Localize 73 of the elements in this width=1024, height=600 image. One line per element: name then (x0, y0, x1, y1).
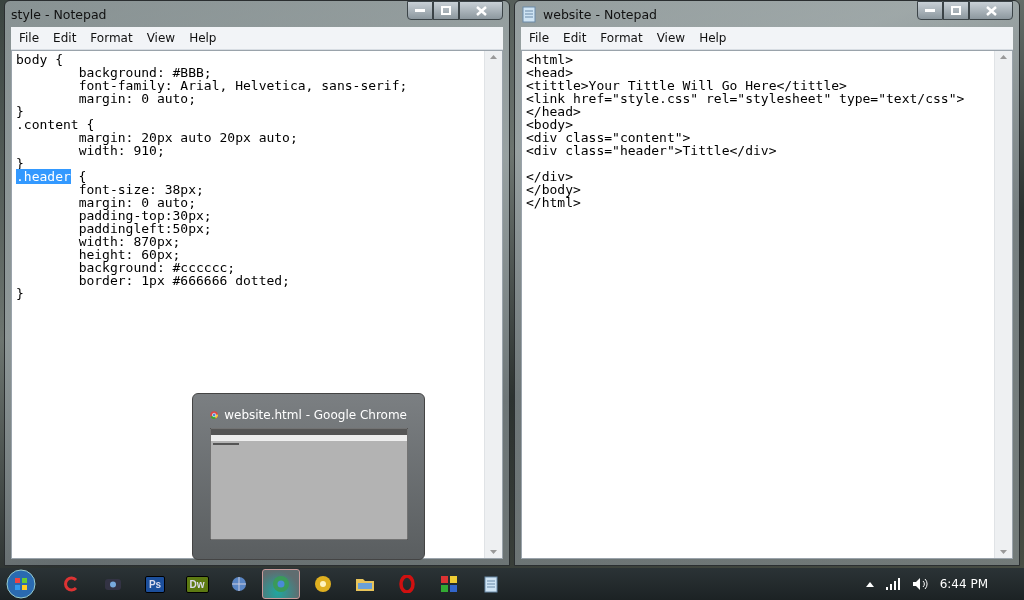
folder-icon (355, 576, 375, 592)
app-icon: Ps (144, 575, 166, 593)
menu-item[interactable]: Help (693, 29, 733, 47)
maximize-button[interactable] (433, 1, 459, 20)
code-line: <link href="style.css" rel="stylesheet" type="text/css"> (526, 92, 965, 105)
code-line: body { (16, 53, 63, 66)
code-line: paddingleft:50px; (77, 222, 212, 235)
code-line: font-family: Arial, Helvetica, sans-serif; (77, 79, 408, 92)
code-line: font-size: 38px; (77, 183, 204, 196)
code-line: height: 60px; (77, 248, 181, 261)
show-hidden-icons-icon[interactable] (865, 581, 874, 587)
code-line: } (16, 287, 24, 300)
code-line: <head> (526, 66, 573, 79)
notepad-icon (521, 5, 537, 23)
start-button[interactable] (6, 569, 36, 599)
o-logo-icon (399, 575, 415, 593)
taskbar-button[interactable]: Dw (178, 569, 216, 599)
close-button[interactable] (969, 1, 1013, 20)
taskbar-button[interactable]: Ps (136, 569, 174, 599)
minimize-button[interactable] (917, 1, 943, 20)
code-line: padding-top:30px; (77, 209, 212, 222)
disc-icon (314, 575, 332, 593)
maximize-icon (441, 6, 451, 15)
window-preview[interactable]: website.html - Google Chrome (192, 393, 425, 560)
clock[interactable]: 6:44 PM (939, 577, 988, 591)
globe-icon (231, 576, 247, 592)
minimize-icon (415, 8, 425, 13)
code-line: .header { (16, 170, 87, 183)
close-button[interactable] (459, 1, 503, 20)
menu-item[interactable]: Format (84, 29, 139, 47)
minimize-icon (925, 8, 935, 13)
c-logo-icon (63, 576, 79, 592)
menu-item[interactable]: File (523, 29, 556, 47)
camera-icon (104, 577, 122, 591)
code-line: </html> (526, 196, 581, 209)
menu-item[interactable]: Format (594, 29, 649, 47)
code-line: } (16, 105, 24, 118)
code-line: <div class="content"> (526, 131, 691, 144)
menu-item[interactable]: View (650, 29, 692, 47)
menu-item[interactable]: View (140, 29, 182, 47)
speaker-icon[interactable] (911, 577, 928, 591)
squares-icon (440, 575, 458, 593)
app-icon: Dw (185, 575, 209, 593)
close-icon (985, 5, 997, 16)
code-line: margin: 20px auto 20px auto; (77, 131, 298, 144)
code-line: width: 910; (77, 144, 165, 157)
minimize-button[interactable] (407, 1, 433, 20)
code-line: .content { (16, 118, 95, 131)
menu-item[interactable]: Edit (47, 29, 83, 47)
notepad-icon (483, 575, 499, 593)
code-line: <html> (526, 53, 573, 66)
code-line: </head> (526, 105, 581, 118)
menu-item[interactable]: File (13, 29, 46, 47)
window-title: website - Notepad (543, 6, 658, 22)
code-line: margin: 0 auto; (77, 92, 197, 105)
preview-title: website.html - Google Chrome (224, 408, 407, 422)
maximize-button[interactable] (943, 1, 969, 20)
signal-icon[interactable] (885, 578, 900, 590)
code-line: background: #cccccc; (77, 261, 236, 274)
menu-item[interactable]: Edit (557, 29, 593, 47)
maximize-icon (951, 6, 961, 15)
menu-item[interactable]: Help (183, 29, 223, 47)
code-line: </body> (526, 183, 581, 196)
code-line: border: 1px #666666 dotted; (77, 274, 290, 287)
code-line: <body> (526, 118, 573, 131)
code-line: <tittle>Your Tittle Will Go Here</tittle> (526, 79, 847, 92)
code-line: <div class="header">Tittle</div> (526, 144, 777, 157)
code-line: width: 870px; (77, 235, 181, 248)
close-icon (475, 5, 487, 16)
code-line: background: #BBB; (77, 66, 212, 79)
code-line: margin: 0 auto; (77, 196, 197, 209)
code-line: </div> (526, 170, 573, 183)
window-title: style - Notepad (11, 6, 108, 22)
